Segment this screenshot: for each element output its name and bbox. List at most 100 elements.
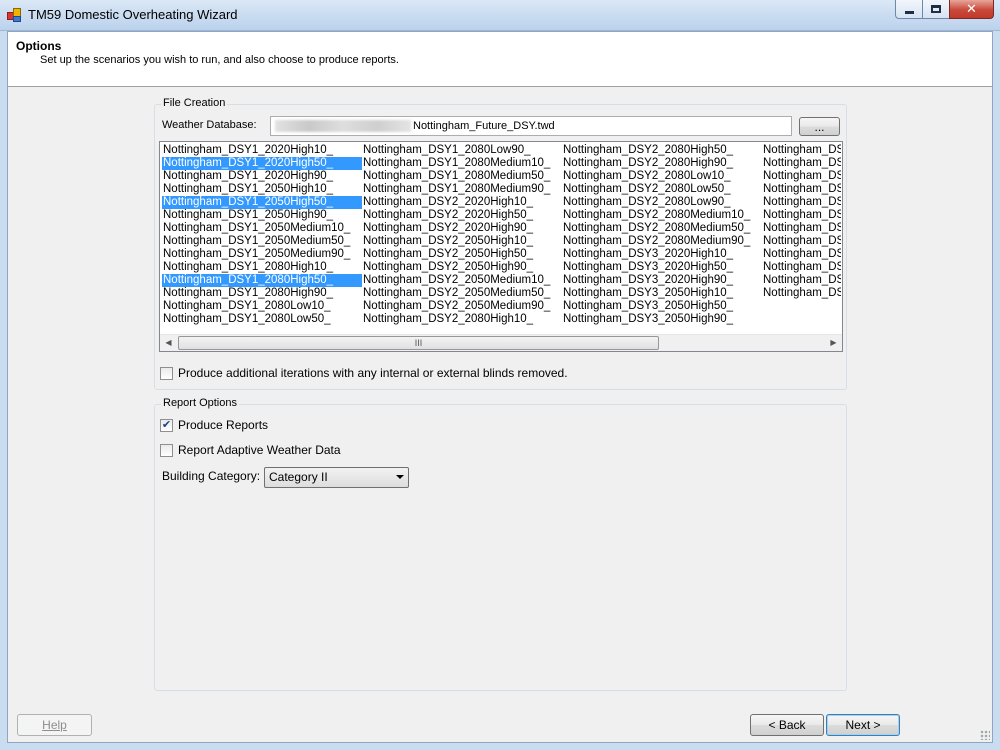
scenario-item[interactable]: Nottingham_DSY3_2080High10_ (762, 222, 841, 235)
scenario-item[interactable]: Nottingham_DSY1_2050Medium10_ (162, 222, 362, 235)
scenario-item[interactable]: Nottingham_DSY3_2020High10_ (562, 248, 762, 261)
blinds-checkbox-box[interactable] (160, 366, 173, 380)
scroll-right-icon[interactable]: ▶ (825, 335, 842, 351)
produce-reports-box[interactable]: ✔ (160, 418, 173, 432)
scenario-item[interactable]: Nottingham_DSY2_2020High50_ (362, 209, 562, 222)
scenario-item[interactable]: Nottingham_DSY3_2050Low10_ (762, 144, 841, 157)
scenario-item[interactable]: Nottingham_DSY1_2020High90_ (162, 170, 362, 183)
next-label: Next > (845, 718, 881, 732)
scenario-item[interactable]: Nottingham_DSY1_2080High90_ (162, 287, 362, 300)
scenario-item[interactable]: Nottingham_DSY2_2050Medium90_ (362, 300, 562, 313)
adaptive-weather-box[interactable] (160, 443, 173, 457)
adaptive-weather-label: Report Adaptive Weather Data (178, 443, 341, 457)
weather-database-value: Nottingham_Future_DSY.twd (413, 120, 555, 132)
scenario-item[interactable]: Nottingham_DSY1_2080Low90_ (362, 144, 562, 157)
scenario-item[interactable]: Nottingham_DSY1_2020High50_ (162, 157, 362, 170)
scenario-item[interactable]: Nottingham_DSY2_2020High10_ (362, 196, 562, 209)
scenario-column-4: Nottingham_DSY3_2050Low10_Nottingham_DSY… (762, 144, 841, 300)
scenario-item[interactable]: Nottingham_DSY1_2080High10_ (162, 261, 362, 274)
scenario-item[interactable]: Nottingham_DSY1_2080Medium90_ (362, 183, 562, 196)
scroll-left-icon[interactable]: ◀ (160, 335, 177, 351)
scenario-item[interactable]: Nottingham_DSY2_2080Low50_ (562, 183, 762, 196)
chevron-down-icon (396, 475, 404, 479)
close-button[interactable]: ✕ (949, 0, 994, 19)
redacted-path (275, 120, 411, 133)
scenario-item[interactable]: Nottingham_DSY2_2050High50_ (362, 248, 562, 261)
page-subtitle: Set up the scenarios you wish to run, an… (40, 54, 399, 66)
minimize-button[interactable] (895, 0, 923, 19)
scenario-item[interactable]: Nottingham_DSY1_2080Medium10_ (362, 157, 562, 170)
scenario-item[interactable]: Nottingham_DSY3_2050Medium50_ (762, 196, 841, 209)
scenario-item[interactable]: Nottingham_DSY1_2050High50_ (162, 196, 362, 209)
scenario-column-2: Nottingham_DSY1_2080Low90_ Nottingham_DSY… (362, 144, 562, 326)
window-title: TM59 Domestic Overheating Wizard (28, 7, 238, 22)
scenario-item[interactable]: Nottingham_DSY2_2080Low10_ (562, 170, 762, 183)
scenario-column-3: Nottingham_DSY2_2080High50_ Nottingham_DS… (562, 144, 762, 326)
building-category-select[interactable]: Category II (264, 467, 409, 488)
scenario-item[interactable]: Nottingham_DSY3_2080High50_ (762, 235, 841, 248)
close-icon: ✕ (966, 1, 977, 16)
scenario-item[interactable]: Nottingham_DSY1_2050High90_ (162, 209, 362, 222)
scenario-column-1: Nottingham_DSY1_2020High10_ Nottingham_DS… (162, 144, 362, 326)
scenario-item[interactable]: Nottingham_DSY3_2050High90_ (562, 313, 762, 326)
resize-grip[interactable] (980, 730, 990, 740)
scenario-item[interactable]: Nottingham_DSY2_2050Medium10_ (362, 274, 562, 287)
maximize-button[interactable] (922, 0, 950, 19)
scenario-item[interactable]: Nottingham_DSY2_2050High90_ (362, 261, 562, 274)
minimize-icon (904, 10, 914, 14)
scenario-item[interactable]: Nottingham_DSY1_2050Medium50_ (162, 235, 362, 248)
scenario-item[interactable]: Nottingham_DSY2_2080Medium10_ (562, 209, 762, 222)
adaptive-weather-checkbox[interactable]: Report Adaptive Weather Data (160, 442, 341, 458)
scenario-item[interactable]: Nottingham_DSY3_2050Medium10_ (762, 183, 841, 196)
scenario-item[interactable]: Nottingham_DSY2_2080Medium90_ (562, 235, 762, 248)
wizard-client-area: Options Set up the scenarios you wish to… (7, 31, 993, 743)
scenario-item[interactable]: Nottingham_DSY2_2080High90_ (562, 157, 762, 170)
scenario-item[interactable]: Nottingham_DSY3_2080Low10_ (762, 261, 841, 274)
scenario-item[interactable]: Nottingham_DSY1_2050High10_ (162, 183, 362, 196)
scenario-item[interactable]: Nottingham_DSY3_2050Low90_ (762, 170, 841, 183)
scenario-list-columns: Nottingham_DSY1_2020High10_ Nottingham_DS… (161, 143, 841, 333)
scenario-item[interactable]: Nottingham_DSY1_2080Low10_ (162, 300, 362, 313)
scenario-item[interactable]: Nottingham_DSY2_2080High10_ (362, 313, 562, 326)
blinds-checkbox-label: Produce additional iterations with any i… (178, 366, 568, 380)
scenario-item[interactable]: Nottingham_DSY2_2080Medium50_ (562, 222, 762, 235)
scenario-item[interactable]: Nottingham_DSY1_2080Low50_ (162, 313, 362, 326)
report-options-label: Report Options (161, 397, 239, 409)
weather-database-field[interactable]: Nottingham_Future_DSY.twd (270, 116, 792, 136)
scenario-list[interactable]: Nottingham_DSY1_2020High10_ Nottingham_DS… (159, 141, 843, 352)
scenario-item[interactable]: Nottingham_DSY1_2080High50_ (162, 274, 362, 287)
scenario-item[interactable]: Nottingham_DSY1_2020High10_ (162, 144, 362, 157)
window-controls: ✕ (895, 0, 994, 20)
scenario-item[interactable]: Nottingham_DSY2_2050High10_ (362, 235, 562, 248)
file-creation-label: File Creation (161, 97, 228, 109)
scenario-item[interactable]: Nottingham_DSY3_2080Low90_ (762, 287, 841, 300)
scenario-item[interactable]: Nottingham_DSY2_2050Medium50_ (362, 287, 562, 300)
title-bar: TM59 Domestic Overheating Wizard ✕ (0, 0, 1000, 31)
scenario-item[interactable]: Nottingham_DSY1_2050Medium90_ (162, 248, 362, 261)
produce-reports-checkbox[interactable]: ✔ Produce Reports (160, 417, 268, 433)
scenario-item[interactable]: Nottingham_DSY3_2080High90_ (762, 248, 841, 261)
help-button[interactable]: Help (17, 714, 92, 736)
scrollbar-thumb[interactable]: III (178, 336, 659, 350)
building-category-value: Category II (269, 470, 328, 484)
building-category-label: Building Category: (162, 469, 261, 483)
scenario-item[interactable]: Nottingham_DSY3_2020High50_ (562, 261, 762, 274)
scenario-item[interactable]: Nottingham_DSY1_2080Medium50_ (362, 170, 562, 183)
scenario-item[interactable]: Nottingham_DSY3_2050High50_ (562, 300, 762, 313)
weather-database-label: Weather Database: (162, 119, 257, 131)
scenario-item[interactable]: Nottingham_DSY2_2020High90_ (362, 222, 562, 235)
scenario-item[interactable]: Nottingham_DSY3_2050Low50_ (762, 157, 841, 170)
blinds-removed-checkbox[interactable]: Produce additional iterations with any i… (160, 365, 568, 381)
scenario-item[interactable]: Nottingham_DSY3_2050High10_ (562, 287, 762, 300)
scenario-item[interactable]: Nottingham_DSY3_2050Medium90_ (762, 209, 841, 222)
maximize-icon (931, 5, 941, 13)
scenario-item[interactable]: Nottingham_DSY2_2080Low90_ (562, 196, 762, 209)
browse-button[interactable]: ... (799, 117, 840, 136)
next-button[interactable]: Next > (826, 714, 900, 736)
scenario-item[interactable]: Nottingham_DSY2_2080High50_ (562, 144, 762, 157)
horizontal-scrollbar[interactable]: ◀ III ▶ (160, 334, 842, 351)
scenario-item[interactable]: Nottingham_DSY3_2020High90_ (562, 274, 762, 287)
help-label: Help (42, 718, 67, 732)
back-button[interactable]: < Back (750, 714, 824, 736)
scenario-item[interactable]: Nottingham_DSY3_2080Low50_ (762, 274, 841, 287)
